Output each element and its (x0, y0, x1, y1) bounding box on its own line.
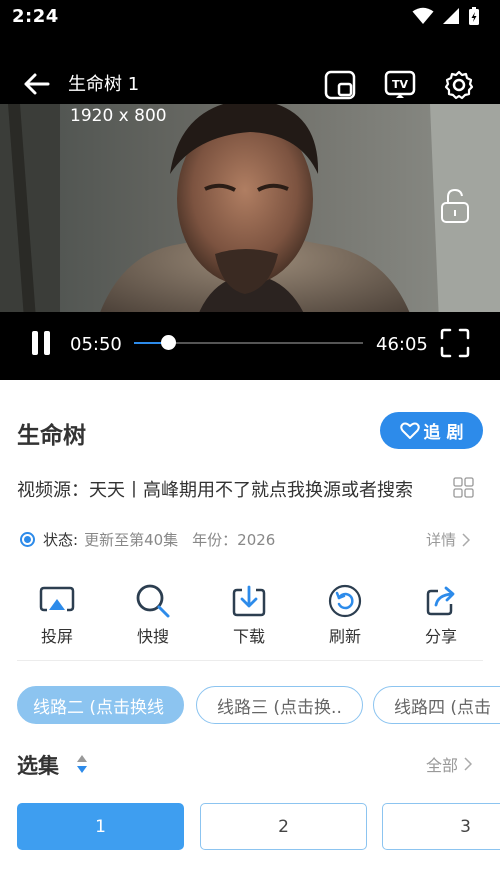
signal-icon (443, 8, 459, 24)
quick-search-label: 快搜 (136, 627, 169, 646)
refresh-label: 刷新 (328, 627, 361, 646)
share-icon (426, 586, 455, 616)
svg-text:TV: TV (392, 78, 409, 91)
settings-button[interactable] (444, 70, 474, 104)
divider (17, 660, 483, 661)
episode-list: 1 2 3 (0, 803, 500, 851)
status-icons (412, 6, 480, 26)
video-player[interactable]: 生命树 1 1920 x 800 TV 05:50 46:05 (0, 34, 500, 380)
sort-icon (77, 755, 87, 773)
sort-toggle[interactable] (76, 754, 88, 778)
line-option[interactable]: 线路四 (点击 (373, 686, 500, 724)
quick-search-button[interactable]: 快搜 (118, 584, 188, 647)
share-button[interactable]: 分享 (406, 584, 476, 647)
back-arrow-icon (24, 73, 50, 95)
line-option-label: 线路三 (点击换.. (217, 697, 342, 718)
line-option[interactable]: 线路二 (点击换线 (17, 686, 184, 724)
player-top-icons: TV (324, 70, 474, 104)
video-title: 生命树 1 (68, 74, 140, 95)
all-episodes-label: 全部 (426, 756, 459, 775)
action-row: 投屏 快搜 下载 刷新 分享 (0, 584, 500, 646)
episode-number: 3 (460, 816, 471, 837)
tv-cast-button[interactable]: TV (384, 70, 416, 104)
layout-grid-button[interactable] (453, 477, 474, 502)
status-time: 2:24 (12, 6, 59, 27)
share-label: 分享 (424, 627, 457, 646)
video-still-image (0, 104, 500, 346)
current-time: 05:50 (70, 334, 122, 355)
status-label: 状态: (43, 531, 79, 549)
download-button[interactable]: 下载 (214, 584, 284, 647)
follow-button[interactable]: 追 剧 (380, 412, 483, 449)
episode-button[interactable]: 1 (17, 803, 184, 850)
lock-button[interactable] (440, 188, 470, 228)
gear-icon (444, 70, 474, 100)
video-frame[interactable] (0, 104, 500, 346)
battery-icon (469, 7, 479, 25)
line-option-label: 线路四 (点击 (394, 697, 492, 718)
download-label: 下载 (232, 627, 265, 646)
episode-button[interactable]: 3 (382, 803, 500, 850)
all-episodes-link[interactable]: 全部 (426, 752, 473, 776)
back-button[interactable] (22, 72, 50, 100)
status-value: 更新至第40集 (84, 531, 179, 549)
chevron-right-icon (464, 757, 473, 771)
cast-button[interactable]: 投屏 (22, 584, 92, 647)
video-source-switch[interactable]: 视频源：天天丨高峰期用不了就点我换源或者搜索 (17, 476, 413, 502)
chevron-right-icon (462, 532, 471, 547)
episode-number: 1 (95, 816, 106, 837)
details-label: 详情 (426, 531, 457, 549)
heart-icon (399, 422, 420, 439)
episode-button[interactable]: 2 (200, 803, 367, 850)
line-selector: 线路二 (点击换线 线路三 (点击换.. 线路四 (点击 (0, 686, 500, 726)
pause-button[interactable] (30, 330, 52, 360)
status-row: 状态: 更新至第40集 年份：2026 (20, 529, 275, 550)
episode-number: 2 (278, 816, 289, 837)
details-link[interactable]: 详情 (426, 529, 471, 550)
year-text: 年份：2026 (192, 531, 276, 549)
refresh-button[interactable]: 刷新 (310, 584, 380, 647)
pip-button[interactable] (324, 70, 356, 104)
search-icon (136, 584, 170, 618)
pause-icon (32, 331, 50, 355)
download-icon (232, 585, 266, 617)
fullscreen-icon (440, 328, 470, 358)
show-title: 生命树 (17, 423, 86, 449)
grid-icon (453, 477, 474, 498)
picture-in-picture-icon (324, 70, 356, 100)
line-option[interactable]: 线路三 (点击换.. (196, 686, 363, 724)
status-bar: 2:24 (0, 0, 500, 34)
tv-icon: TV (384, 70, 416, 98)
line-option-label: 线路二 (点击换线 (33, 697, 165, 718)
episodes-title: 选集 (17, 754, 59, 778)
status-dot-icon (20, 532, 35, 547)
wifi-icon (412, 7, 434, 24)
cast-label: 投屏 (40, 627, 73, 646)
unlock-icon (441, 188, 469, 223)
cast-icon (39, 586, 75, 612)
follow-label: 追 剧 (423, 423, 464, 443)
total-time: 46:05 (376, 334, 428, 355)
refresh-icon (328, 584, 362, 618)
video-resolution: 1920 x 800 (70, 106, 167, 126)
fullscreen-button[interactable] (440, 328, 470, 362)
